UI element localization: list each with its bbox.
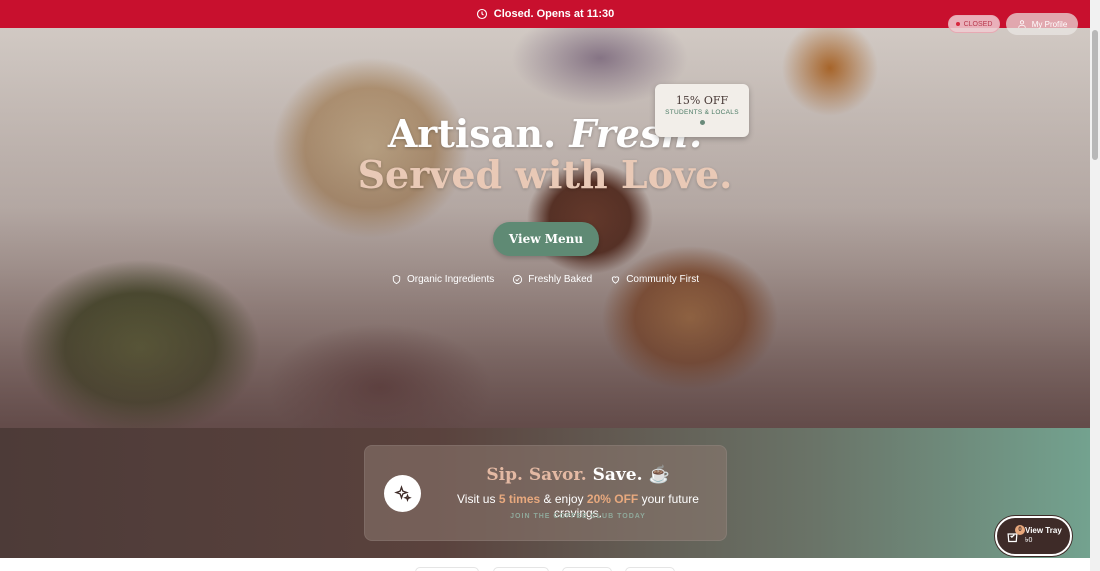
tray-count-badge: 0 — [1015, 525, 1025, 535]
discount-card[interactable]: 15% OFF STUDENTS & LOCALS — [655, 84, 749, 137]
feature-label: Freshly Baked — [528, 274, 593, 285]
coffee-club-section: Sip. Savor. Save. ☕ Visit us 5 times & e… — [0, 428, 1090, 558]
profile-label: My Profile — [1031, 19, 1068, 29]
feature-label: Community First — [626, 274, 699, 285]
feature-baked: Freshly Baked — [512, 274, 592, 285]
status-label: CLOSED — [963, 20, 993, 28]
category-chip[interactable] — [562, 567, 612, 571]
club-title-b: Save. — [592, 465, 643, 485]
coffee-club-card[interactable]: Sip. Savor. Save. ☕ Visit us 5 times & e… — [364, 445, 727, 541]
club-title-a: Sip. Savor. — [486, 465, 587, 485]
offer-visits: 5 times — [498, 492, 541, 506]
tray-label: View Tray — [1025, 526, 1062, 535]
discount-percent: 15% OFF — [675, 94, 729, 107]
shield-icon — [392, 274, 401, 285]
user-icon — [1017, 20, 1026, 28]
tray-amount: ৳0 — [1025, 537, 1033, 544]
category-chip[interactable] — [415, 567, 479, 571]
hero-subtitle: Served with Love. — [357, 152, 733, 197]
category-chip[interactable] — [493, 567, 549, 571]
announcement-bar: Closed. Opens at 11:30 — [0, 0, 1090, 28]
join-club-link[interactable]: JOIN THE COFFEE CLUB TODAY — [438, 513, 718, 520]
next-section — [0, 558, 1090, 571]
offer-text-mid: & enjoy — [543, 492, 584, 506]
coffee-cup-icon: ☕ — [648, 465, 670, 485]
offer-text-pre: Visit us — [457, 492, 496, 506]
feature-list: Organic Ingredients Freshly Baked Commun… — [0, 274, 1090, 285]
clock-icon — [476, 8, 487, 20]
offer-discount: 20% OFF — [586, 492, 639, 506]
hero-title-plain: Artisan. — [387, 111, 557, 156]
heart-icon — [612, 276, 620, 284]
view-menu-button[interactable]: View Menu — [493, 222, 599, 256]
scrollbar-thumb[interactable] — [1092, 30, 1098, 160]
page-scrollbar[interactable] — [1090, 0, 1100, 571]
my-profile-button[interactable]: My Profile — [1006, 13, 1078, 35]
view-tray-button[interactable]: 0 View Tray ৳0 — [995, 516, 1072, 556]
club-title: Sip. Savor. Save. ☕ — [438, 465, 718, 485]
check-circle-icon — [513, 274, 523, 285]
feature-label: Organic Ingredients — [407, 274, 495, 285]
carousel-dot[interactable] — [699, 120, 705, 125]
club-icon-badge — [384, 475, 421, 512]
sparkles-icon — [393, 484, 412, 502]
discount-audience: STUDENTS & LOCALS — [665, 109, 739, 116]
announcement-text: Closed. Opens at 11:30 — [493, 8, 615, 20]
feature-organic: Organic Ingredients — [391, 274, 494, 285]
status-dot-icon — [955, 22, 960, 26]
store-status-badge: CLOSED — [948, 15, 1000, 33]
feature-community: Community First — [610, 274, 699, 285]
hero-title: Artisan. Fresh. — [0, 112, 1090, 156]
category-chip[interactable] — [625, 567, 675, 571]
